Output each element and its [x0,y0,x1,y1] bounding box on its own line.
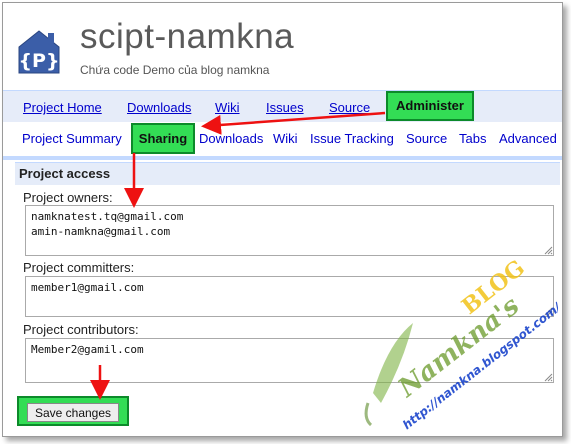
project-subtitle: Chứa code Demo của blog namkna [80,63,270,77]
resize-grip-icon[interactable] [544,246,553,255]
main-nav: Project Home Downloads Wiki Issues Sourc… [3,90,562,122]
contributors-textarea[interactable]: Member2@gamil.com [25,338,554,383]
subnav-source[interactable]: Source [406,131,447,146]
save-changes-button[interactable]: Save changes [27,403,119,422]
committers-label: Project committers: [23,260,135,275]
subnav-project-summary[interactable]: Project Summary [22,131,122,146]
project-admin-window: {P} scipt-namkna Chứa code Demo của blog… [2,2,563,437]
owners-textarea[interactable]: namknatest.tq@gmail.com amin-namkna@gmai… [25,205,554,256]
nav-project-home[interactable]: Project Home [23,100,102,115]
subnav-issue-tracking[interactable]: Issue Tracking [310,131,394,146]
nav-divider [3,156,562,160]
subnav-sharing-tab[interactable]: Sharing [131,123,195,154]
project-logo-icon: {P} [18,30,60,74]
subnav-advanced[interactable]: Advanced [499,131,557,146]
resize-grip-icon[interactable] [544,373,553,382]
svg-text:{P}: {P} [19,50,60,72]
project-access-heading: Project access [15,162,560,185]
committers-textarea[interactable]: member1@gmail.com [25,276,554,317]
resize-grip-icon[interactable] [544,307,553,316]
nav-source[interactable]: Source [329,100,370,115]
nav-wiki[interactable]: Wiki [215,100,240,115]
save-highlight: Save changes [17,396,129,426]
subnav-wiki[interactable]: Wiki [273,131,298,146]
nav-downloads[interactable]: Downloads [127,100,191,115]
nav-issues[interactable]: Issues [266,100,304,115]
contributors-label: Project contributors: [23,322,139,337]
admin-sub-nav: Project Summary Downloads Wiki Issue Tra… [3,122,562,158]
subnav-downloads[interactable]: Downloads [199,131,263,146]
project-title: scipt-namkna [80,17,295,56]
subnav-tabs[interactable]: Tabs [459,131,486,146]
owners-label: Project owners: [23,190,113,205]
nav-administer-tab[interactable]: Administer [386,91,474,121]
